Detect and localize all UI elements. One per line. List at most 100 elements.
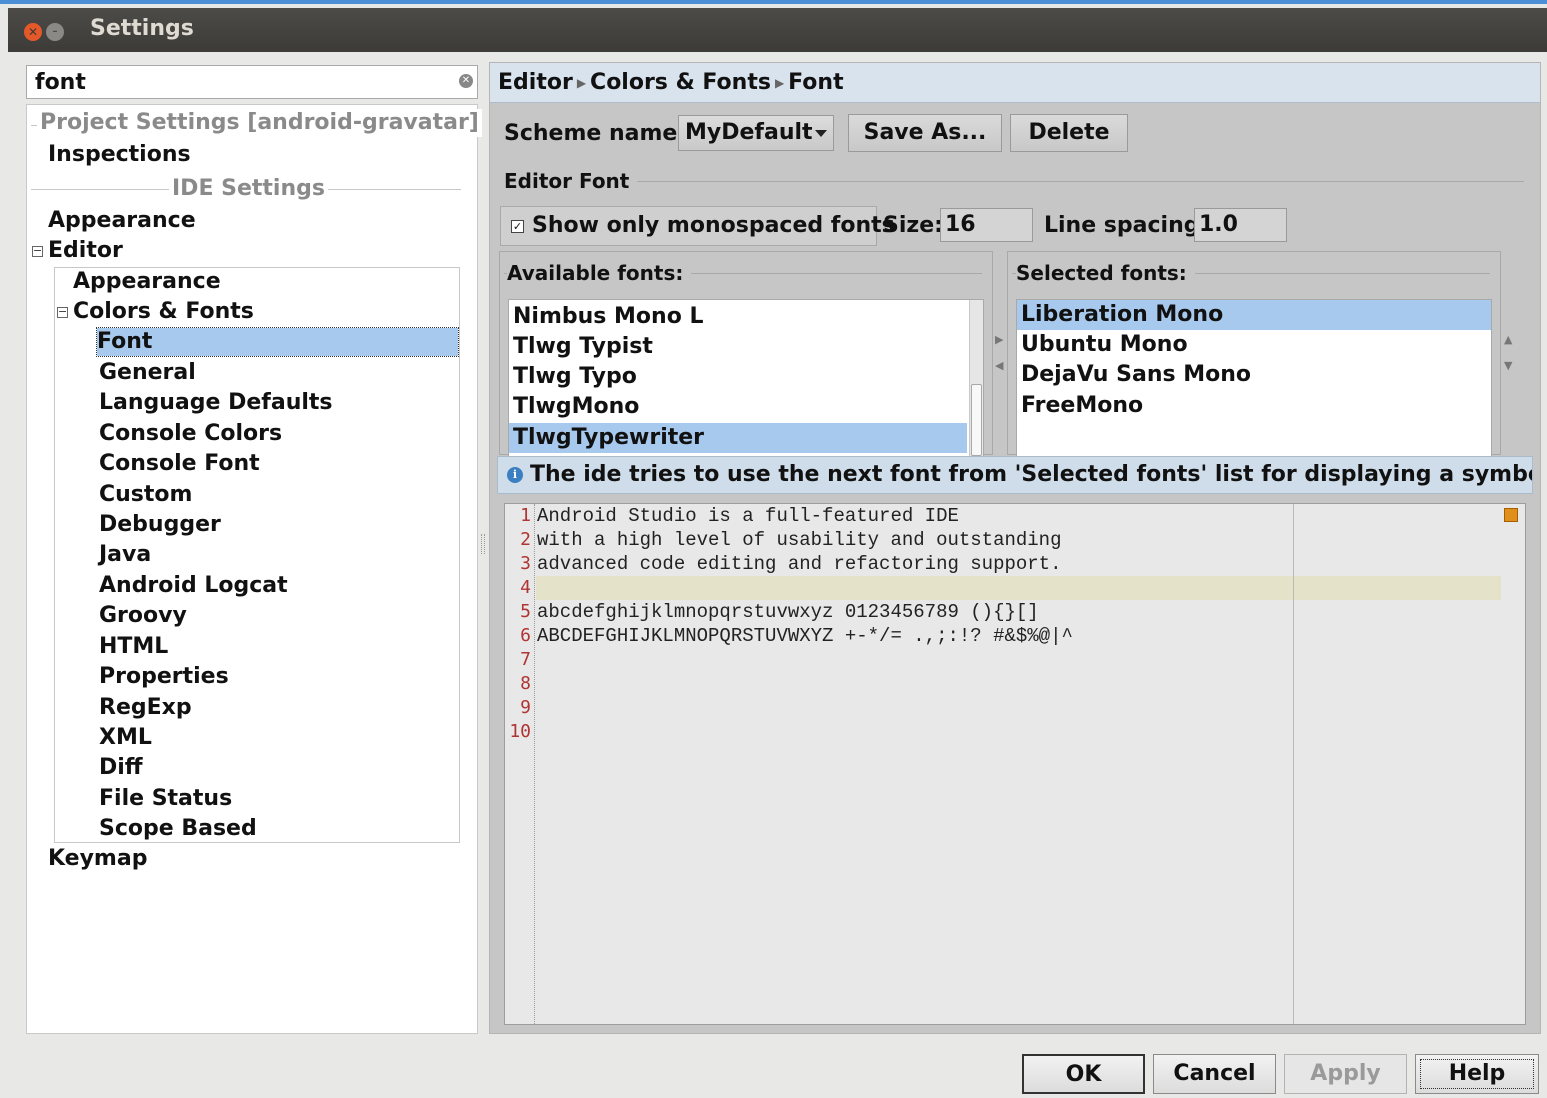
move-left-icon[interactable]: ◀ [995, 359, 1003, 372]
tree-item-language-defaults[interactable]: Language Defaults [99, 389, 333, 417]
window-title: Settings [90, 16, 194, 41]
tree-item-colors-fonts[interactable]: Colors & Fonts [73, 298, 254, 326]
line-number: 10 [509, 721, 531, 742]
editor-font-title: Editor Font [504, 169, 638, 193]
tree-item-android-logcat[interactable]: Android Logcat [99, 572, 288, 600]
settings-tree: Project Settings [android-gravatar] Insp… [26, 104, 482, 1034]
help-button[interactable]: Help [1415, 1054, 1539, 1094]
minimize-icon[interactable]: – [46, 23, 64, 41]
tree-item-properties[interactable]: Properties [99, 663, 229, 691]
move-down-icon[interactable]: ▼ [1504, 359, 1512, 372]
tree-item-groovy[interactable]: Groovy [99, 602, 187, 630]
font-preview-editor[interactable]: 1 2 3 4 5 6 7 8 9 10 Android Studio is a… [504, 503, 1526, 1025]
list-item[interactable]: Tlwg Typo [509, 362, 967, 392]
line-number: 8 [520, 673, 531, 694]
tree-item-appearance[interactable]: Appearance [48, 207, 196, 235]
monospaced-checkbox-row[interactable]: ✓ Show only monospaced fonts [500, 206, 895, 246]
ok-button[interactable]: OK [1022, 1054, 1145, 1094]
info-notice: i The ide tries to use the next font fro… [497, 456, 1533, 494]
code-line: abcdefghijklmnopqrstuvwxyz 0123456789 ()… [537, 601, 1039, 623]
size-label: Size: [883, 213, 943, 238]
selected-fonts-group: Selected fonts: Liberation Mono Ubuntu M… [1007, 251, 1501, 457]
close-icon[interactable]: ✕ [24, 23, 42, 41]
move-right-icon[interactable]: ▶ [995, 333, 1003, 346]
breadcrumb-editor[interactable]: Editor [498, 70, 573, 95]
settings-dialog: ✕ – Settings ✕ Project Settings [android… [0, 0, 1547, 1098]
search-box: ✕ [26, 65, 478, 99]
collapse-icon[interactable]: − [32, 245, 43, 257]
info-text: The ide tries to use the next font from … [530, 462, 1533, 487]
tree-item-xml[interactable]: XML [99, 724, 152, 752]
tree-item-editor[interactable]: Editor [48, 237, 123, 265]
cancel-button[interactable]: Cancel [1153, 1054, 1276, 1094]
scrollbar-thumb[interactable] [971, 384, 982, 456]
breadcrumb-arrow-icon: ▶ [774, 76, 785, 90]
save-as-button[interactable]: Save As... [848, 114, 1002, 152]
list-item[interactable]: TlwgMono [509, 392, 967, 422]
scheme-name-label: Scheme name: [504, 121, 687, 146]
list-item[interactable]: Nimbus Mono L [509, 302, 967, 332]
collapse-icon[interactable]: − [57, 306, 68, 318]
code-line: advanced code editing and refactoring su… [537, 553, 1062, 575]
line-number-gutter: 1 2 3 4 5 6 7 8 9 10 [505, 504, 535, 1024]
line-number: 6 [520, 625, 531, 646]
size-input[interactable]: 16 [940, 208, 1033, 242]
line-number: 3 [520, 553, 531, 574]
monospaced-label: Show only monospaced fonts [532, 213, 895, 238]
breadcrumb-colors-fonts[interactable]: Colors & Fonts [590, 70, 771, 95]
tree-item-debugger[interactable]: Debugger [99, 511, 221, 539]
tree-item-java[interactable]: Java [99, 541, 151, 569]
line-spacing-label: Line spacing: [1044, 213, 1209, 238]
tree-item-regexp[interactable]: RegExp [99, 694, 192, 722]
tree-item-diff[interactable]: Diff [99, 754, 143, 782]
editor-subtree: Appearance − Colors & Fonts Font General… [54, 267, 460, 843]
breadcrumb-font: Font [788, 70, 844, 95]
error-stripe-marker-icon[interactable] [1504, 508, 1518, 522]
code-line: with a high level of usability and outst… [537, 529, 1062, 551]
tree-item-keymap[interactable]: Keymap [48, 845, 147, 873]
splitter-handle[interactable] [481, 534, 485, 554]
scheme-value: MyDefault [685, 120, 813, 145]
scheme-dropdown[interactable]: MyDefault [678, 115, 834, 151]
available-fonts-group: Available fonts: Nimbus Mono L Tlwg Typi… [499, 251, 993, 457]
apply-button[interactable]: Apply [1284, 1054, 1407, 1094]
tree-item-editor-appearance[interactable]: Appearance [73, 268, 221, 296]
current-line-highlight [536, 576, 1501, 600]
list-item[interactable]: Tlwg Typist [509, 332, 967, 362]
title-bar: ✕ – Settings [8, 8, 1547, 52]
info-icon: i [507, 467, 523, 483]
tree-item-inspections[interactable]: Inspections [48, 141, 191, 169]
tree-item-general[interactable]: General [99, 359, 196, 387]
selected-fonts-list[interactable]: Liberation Mono Ubuntu Mono DejaVu Sans … [1016, 299, 1492, 457]
list-item[interactable]: DejaVu Sans Mono [1017, 360, 1491, 390]
monospaced-checkbox[interactable]: ✓ [511, 220, 524, 233]
line-number: 4 [520, 577, 531, 598]
tree-item-console-colors[interactable]: Console Colors [99, 420, 282, 448]
delete-button[interactable]: Delete [1010, 114, 1128, 152]
clear-search-icon[interactable]: ✕ [459, 74, 473, 88]
list-item[interactable]: FreeMono [1017, 391, 1491, 421]
tree-item-font[interactable]: Font [96, 327, 459, 357]
available-fonts-list[interactable]: Nimbus Mono L Tlwg Typist Tlwg Typo Tlwg… [508, 299, 984, 457]
code-line: Android Studio is a full-featured IDE [537, 505, 959, 527]
tree-item-custom[interactable]: Custom [99, 481, 192, 509]
ide-settings-header: IDE Settings [169, 175, 328, 203]
font-settings-panel: Editor ▶ Colors & Fonts ▶ Font Scheme name: … [489, 62, 1541, 1034]
list-item-selected[interactable]: Liberation Mono [1017, 300, 1491, 330]
list-item-selected[interactable]: TlwgTypewriter [509, 423, 967, 453]
search-input[interactable] [27, 66, 447, 98]
move-up-icon[interactable]: ▲ [1504, 333, 1512, 346]
tree-item-scope-based[interactable]: Scope Based [99, 815, 257, 843]
list-item[interactable]: Ubuntu Mono [1017, 330, 1491, 360]
tree-item-html[interactable]: HTML [99, 633, 168, 661]
project-settings-header: Project Settings [android-gravatar] [37, 109, 482, 137]
vertical-scrollbar[interactable] [969, 300, 983, 456]
line-number: 7 [520, 649, 531, 670]
line-number: 1 [520, 505, 531, 526]
line-spacing-input[interactable]: 1.0 [1194, 208, 1287, 242]
right-margin-line [1293, 504, 1294, 1024]
line-number: 5 [520, 601, 531, 622]
tree-item-console-font[interactable]: Console Font [99, 450, 260, 478]
tree-item-file-status[interactable]: File Status [99, 785, 232, 813]
line-number: 9 [520, 697, 531, 718]
